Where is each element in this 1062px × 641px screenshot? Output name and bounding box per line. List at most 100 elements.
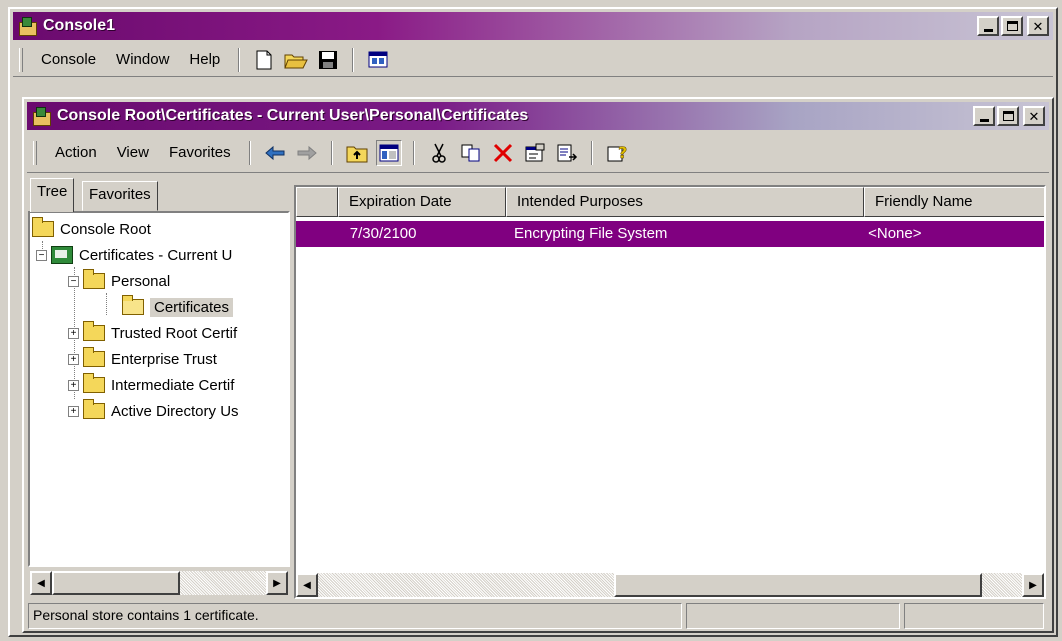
copy-button[interactable] (458, 140, 484, 166)
up-one-level-button[interactable] (344, 140, 370, 166)
up-folder-icon (346, 146, 368, 162)
save-button[interactable] (315, 47, 341, 73)
tree-item-label: Console Root (60, 220, 151, 238)
main-titlebar[interactable]: Console1 ✕ (13, 12, 1053, 40)
minimize-button[interactable] (977, 16, 999, 36)
window-icon (368, 51, 388, 67)
tree-item-personal-certificates[interactable]: Certificates (122, 295, 234, 319)
tree-item-label: Trusted Root Certif (111, 324, 238, 342)
folder-icon (32, 217, 54, 237)
back-button[interactable] (262, 140, 288, 166)
close-button[interactable]: ✕ (1027, 16, 1049, 36)
results-horizontal-scrollbar[interactable]: ◀ ▶ (296, 573, 1044, 597)
export-list-icon (557, 144, 577, 161)
export-list-button[interactable] (554, 140, 580, 166)
tree-horizontal-scrollbar[interactable]: ◀ ▶ (30, 571, 288, 595)
tab-favorites[interactable]: Favorites (82, 181, 158, 211)
folder-icon (83, 321, 105, 341)
cut-button[interactable] (426, 140, 452, 166)
menubar-grip[interactable] (19, 47, 23, 72)
new-console-button[interactable] (251, 47, 277, 73)
scroll-thumb[interactable] (614, 573, 982, 597)
toolbar-separator (590, 140, 593, 165)
open-button[interactable] (283, 47, 309, 73)
expand-toggle[interactable]: + (68, 327, 79, 339)
tree-item-label: Personal (111, 272, 171, 290)
new-document-icon (256, 50, 272, 69)
maximize-icon (1002, 111, 1014, 121)
tree-item-label: Certificates (150, 297, 234, 317)
column-header-friendly-name[interactable]: Friendly Name (864, 187, 1044, 217)
toolbar-separator (412, 140, 415, 165)
menu-console[interactable]: Console (31, 51, 106, 68)
maximize-button[interactable] (1001, 16, 1023, 36)
column-header-issued-to[interactable] (296, 187, 338, 217)
tree-item-personal[interactable]: − Personal (68, 269, 170, 293)
tree-item-label: Enterprise Trust (111, 350, 217, 368)
menu-window[interactable]: Window (106, 51, 179, 68)
collapse-toggle[interactable]: − (36, 249, 47, 261)
expand-toggle[interactable]: + (68, 379, 79, 391)
table-row[interactable]: 7/30/2100 Encrypting File System <None> (296, 221, 1044, 247)
results-pane: Expiration Date Intended Purposes Friend… (294, 185, 1046, 599)
tab-tree[interactable]: Tree (30, 178, 75, 212)
maximize-icon (1006, 21, 1018, 31)
expand-toggle[interactable]: + (68, 353, 79, 365)
menu-favorites[interactable]: Favorites (159, 144, 241, 161)
child-menubar-grip[interactable] (33, 140, 37, 165)
menu-action[interactable]: Action (45, 144, 107, 161)
toolbar-separator (248, 140, 251, 165)
tree-item-certificates-current-user[interactable]: − Certificates - Current U (36, 243, 232, 267)
open-folder-icon (284, 54, 309, 68)
main-window: Console1 ✕ Console Window Help Console R… (8, 7, 1058, 637)
tree-item-active-directory[interactable]: + Active Directory Us (68, 399, 239, 423)
toolbar-separator (238, 47, 241, 72)
tree-item-intermediate[interactable]: + Intermediate Certif (68, 373, 234, 397)
help-icon: ? (607, 143, 627, 162)
copy-icon (461, 144, 480, 161)
scroll-right-button[interactable]: ▶ (1022, 573, 1044, 597)
new-window-button[interactable] (365, 47, 391, 73)
scroll-left-button[interactable]: ◀ (296, 573, 318, 597)
child-menubar: Action View Favorites ? (27, 133, 1049, 173)
menu-view[interactable]: View (107, 144, 159, 161)
toolbar-separator (352, 47, 355, 72)
tree-item-trusted-root[interactable]: + Trusted Root Certif (68, 321, 237, 345)
scroll-left-button[interactable]: ◀ (30, 571, 52, 595)
folder-icon (83, 373, 105, 393)
expand-toggle[interactable]: + (68, 405, 79, 417)
tree-item-label: Intermediate Certif (111, 376, 235, 394)
column-header-intended-purposes[interactable]: Intended Purposes (506, 187, 864, 217)
properties-button[interactable] (522, 140, 548, 166)
open-folder-icon (122, 295, 144, 315)
delete-button[interactable] (490, 140, 516, 166)
tree-pane-icon (379, 144, 399, 161)
collapse-toggle[interactable]: − (68, 275, 79, 287)
cell-expiration-date: 7/30/2100 (349, 225, 417, 242)
scroll-right-button[interactable]: ▶ (266, 571, 288, 595)
mmc-app-icon (17, 16, 37, 36)
column-header-expiration-date[interactable]: Expiration Date (338, 187, 506, 217)
menu-help[interactable]: Help (179, 51, 230, 68)
console-root-icon (31, 106, 51, 126)
tree-item-label: Certificates - Current U (79, 246, 233, 264)
cell-friendly-name: <None> (868, 225, 922, 242)
status-panel-resize[interactable] (904, 603, 1044, 629)
help-button[interactable]: ? (604, 140, 630, 166)
child-titlebar[interactable]: Console Root\Certificates - Current User… (27, 102, 1049, 130)
console-child-window: Console Root\Certificates - Current User… (22, 97, 1054, 633)
show-hide-tree-button[interactable] (375, 139, 402, 166)
scroll-right-icon: ▶ (1029, 579, 1037, 591)
scroll-thumb[interactable] (52, 571, 180, 595)
child-maximize-button[interactable] (997, 106, 1019, 126)
forward-button[interactable] (294, 140, 320, 166)
list-header: Expiration Date Intended Purposes Friend… (296, 187, 1044, 217)
cell-issued-to (296, 221, 338, 247)
tree-item-console-root[interactable]: Console Root (32, 217, 151, 241)
minimize-icon (983, 28, 993, 32)
child-minimize-button[interactable] (973, 106, 995, 126)
tree-item-enterprise-trust[interactable]: + Enterprise Trust (68, 347, 217, 371)
delete-x-icon (493, 143, 512, 162)
close-icon: ✕ (1032, 18, 1044, 34)
child-close-button[interactable]: ✕ (1023, 106, 1045, 126)
